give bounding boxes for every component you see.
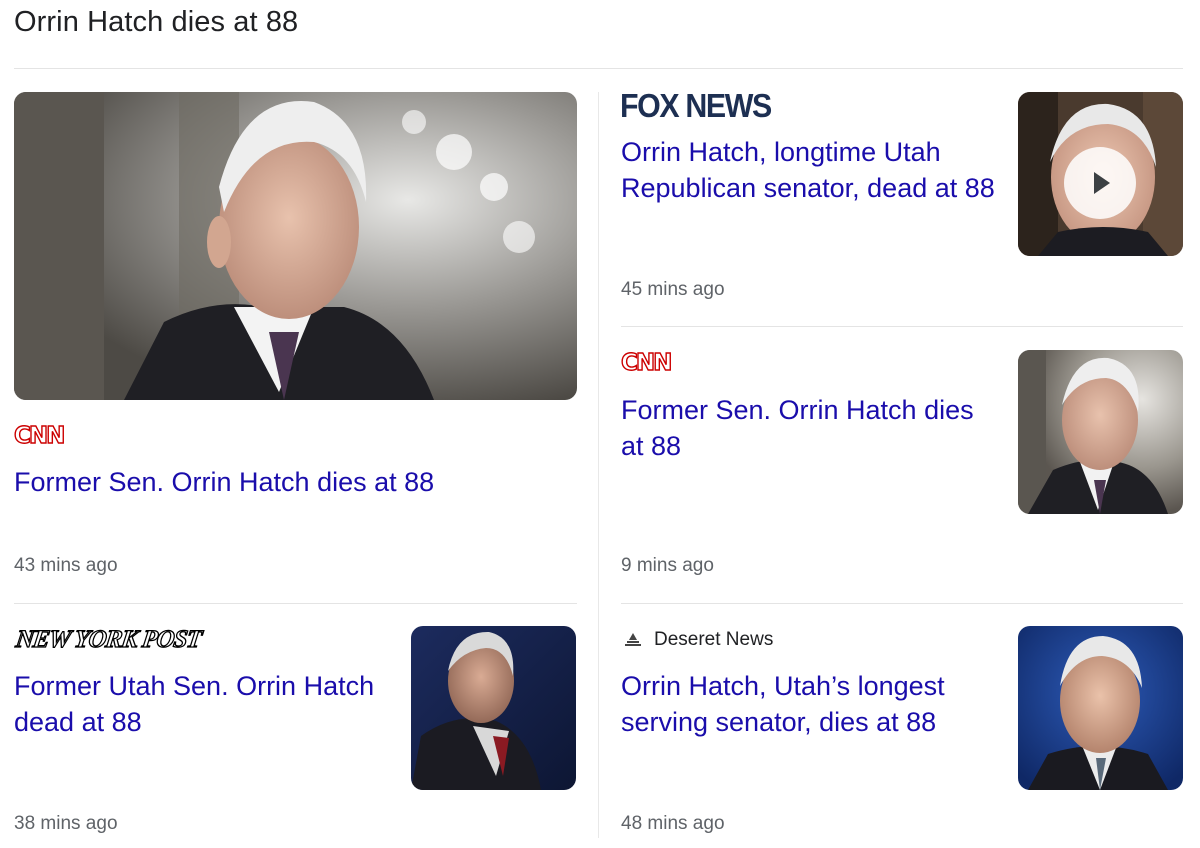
story-thumbnail[interactable] xyxy=(411,626,576,790)
page-title: Orrin Hatch dies at 88 xyxy=(14,6,299,38)
source-logo-new-york-post: NEW YORK POST xyxy=(14,625,204,653)
story-thumbnail[interactable] xyxy=(1018,350,1183,514)
source-name: Deseret News xyxy=(654,629,774,650)
source-logo-fox-news: FOX NEWS xyxy=(620,87,772,124)
story-thumbnail[interactable] xyxy=(1018,92,1183,256)
story-headline[interactable]: Former Sen. Orrin Hatch dies at 88 xyxy=(621,392,1001,464)
column-divider xyxy=(598,92,599,838)
story-divider xyxy=(621,326,1183,327)
story-divider xyxy=(621,603,1183,604)
story-headline[interactable]: Orrin Hatch, Utah’s longest serving sena… xyxy=(621,668,996,740)
source-logo-cnn: CNN xyxy=(620,350,673,376)
source-logo-cnn: CNN xyxy=(13,423,66,449)
story-headline[interactable]: Orrin Hatch, longtime Utah Republican se… xyxy=(621,134,996,206)
play-icon[interactable] xyxy=(1064,147,1136,219)
story-thumbnail[interactable] xyxy=(14,92,577,400)
story-headline[interactable]: Former Utah Sen. Orrin Hatch dead at 88 xyxy=(14,668,384,740)
story-timestamp: 38 mins ago xyxy=(14,813,118,834)
story-timestamp: 45 mins ago xyxy=(621,279,725,300)
heading-divider xyxy=(14,68,1183,69)
story-thumbnail[interactable] xyxy=(1018,626,1183,790)
story-headline[interactable]: Former Sen. Orrin Hatch dies at 88 xyxy=(14,464,574,500)
story-timestamp: 48 mins ago xyxy=(621,813,725,834)
source-logo-deseret-news: Deseret News xyxy=(622,629,773,651)
story-timestamp: 43 mins ago xyxy=(14,555,118,576)
story-divider xyxy=(14,603,577,604)
deseret-news-logo-icon xyxy=(622,631,644,649)
story-timestamp: 9 mins ago xyxy=(621,555,714,576)
